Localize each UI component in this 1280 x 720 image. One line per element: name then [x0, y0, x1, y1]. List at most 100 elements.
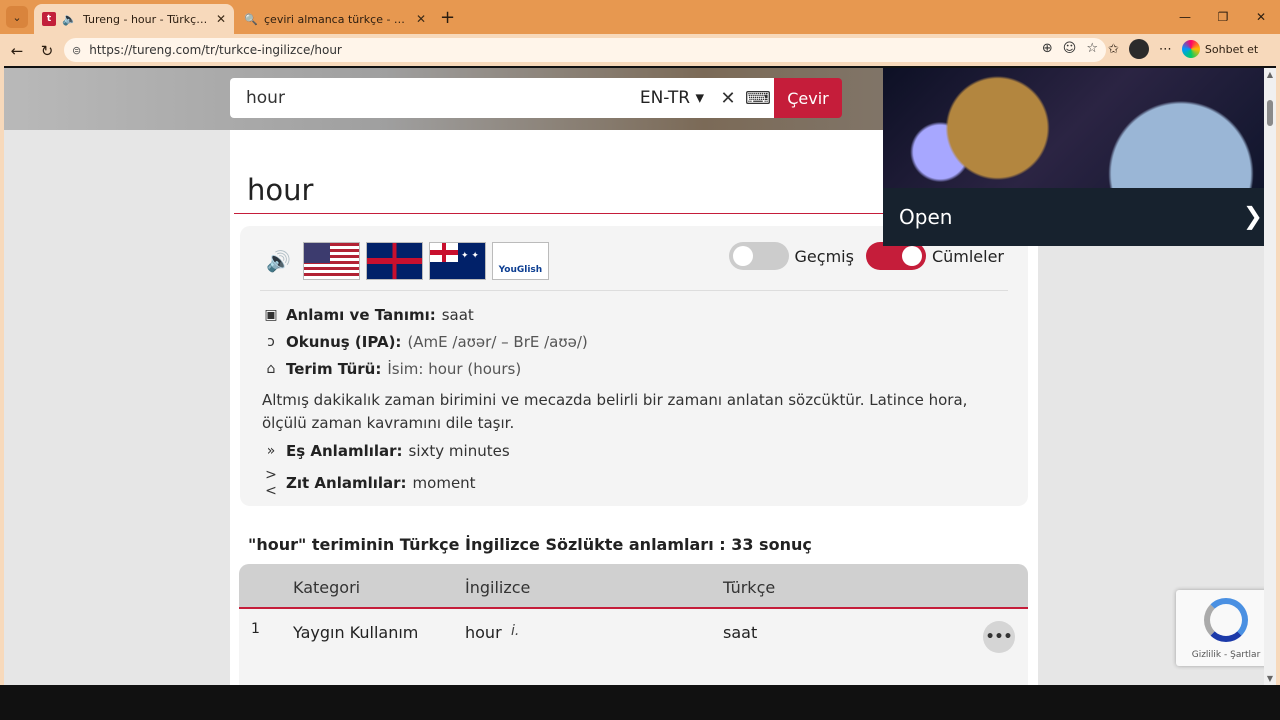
- tab-search[interactable]: 🔍 çeviri almanca türkçe - Arama ✕: [236, 4, 434, 34]
- more-menu-icon[interactable]: ⋯: [1159, 42, 1172, 57]
- ad-open-label: Open: [899, 205, 953, 229]
- row-pos: i.: [511, 623, 520, 639]
- uk-flag-audio-button[interactable]: [365, 242, 423, 280]
- au-flag-audio-button[interactable]: [428, 242, 486, 280]
- translate-button[interactable]: Çevir: [774, 78, 842, 118]
- speaker-icon[interactable]: 🔊: [266, 249, 291, 273]
- history-toggle[interactable]: [728, 242, 789, 270]
- divider: [260, 290, 1008, 291]
- copilot-button[interactable]: Sohbet et: [1181, 40, 1259, 58]
- page-title: hour: [247, 173, 314, 207]
- book-icon: ▣: [264, 307, 278, 323]
- video-ad-popup: Open ❯: [883, 68, 1265, 246]
- copilot-icon: [1181, 40, 1200, 58]
- row-more-options-button[interactable]: •••: [983, 621, 1015, 653]
- antonyms-value: moment: [412, 474, 476, 492]
- pronunciation-row: 🔊 YouGlish: [266, 242, 549, 280]
- synonyms-label: Eş Anlamlılar:: [286, 442, 403, 460]
- us-flag-audio-button[interactable]: [302, 242, 360, 280]
- antonyms-label: Zıt Anlamlılar:: [286, 474, 407, 492]
- row-english[interactable]: hour: [465, 623, 502, 642]
- favorite-star-icon[interactable]: ☆: [1086, 41, 1098, 56]
- back-button[interactable]: ←: [6, 40, 28, 62]
- sentences-label: Cümleler: [931, 246, 1004, 266]
- copilot-label: Sohbet et: [1204, 42, 1259, 56]
- close-tab-icon[interactable]: ✕: [216, 12, 226, 26]
- type-line: ⌂ Terim Türü: İsim: hour (hours): [262, 360, 522, 378]
- column-header: İngilizce: [465, 578, 531, 597]
- url-field[interactable]: ⊜ https://tureng.com/tr/turkce-ingilizce…: [64, 38, 1106, 62]
- tureng-favicon-icon: t: [42, 12, 56, 26]
- toggle-group: Geçmiş Cümleler: [728, 242, 1004, 270]
- favorites-icon[interactable]: ✩: [1108, 42, 1119, 57]
- search-query: hour: [246, 88, 285, 108]
- profile-avatar[interactable]: [1128, 39, 1149, 59]
- synonyms-value: sixty minutes: [408, 442, 510, 460]
- reader-icon[interactable]: ☺: [1063, 41, 1077, 56]
- type-label: Terim Türü:: [286, 360, 382, 378]
- scroll-down-icon[interactable]: ▼: [1264, 674, 1276, 683]
- window-border: [1276, 66, 1280, 685]
- sentences-toggle[interactable]: [865, 242, 926, 270]
- zoom-icon[interactable]: ⊕: [1042, 41, 1053, 56]
- search-form: hour EN-TR ▾ ✕ ⌨ Çevir: [230, 78, 842, 118]
- opposite-arrows-icon: ><: [265, 467, 277, 499]
- results-table: Kategori İngilizce Türkçe 1 Yaygın Kulla…: [239, 564, 1028, 685]
- meaning-line: ▣ Anlamı ve Tanımı: saat: [262, 306, 474, 324]
- speech-icon: ↄ: [267, 334, 275, 350]
- synonyms-line: » Eş Anlamlılar: sixty minutes: [262, 442, 510, 460]
- ipa-line: ↄ Okunuş (IPA): (AmE /aʊər/ – BrE /aʊə/): [262, 333, 588, 351]
- keyboard-icon[interactable]: ⌨: [742, 78, 774, 118]
- minimize-icon[interactable]: —: [1166, 0, 1204, 34]
- meaning-value: saat: [441, 306, 474, 324]
- search-favicon-icon: 🔍: [244, 12, 258, 26]
- row-number: 1: [251, 621, 260, 637]
- language-select[interactable]: EN-TR ▾: [640, 88, 704, 108]
- type-value: İsim: hour (hours): [387, 360, 522, 378]
- recaptcha-badge[interactable]: Gizlilik - Şartlar: [1176, 590, 1276, 666]
- new-tab-button[interactable]: +: [440, 7, 455, 28]
- recaptcha-icon: [1204, 598, 1248, 642]
- chevron-right-icon: ❯: [1242, 202, 1263, 230]
- ad-video-image[interactable]: [883, 68, 1265, 188]
- ipa-label: Okunuş (IPA):: [286, 333, 402, 351]
- definition-card: 🔊 YouGlish Geçmiş Cümleler ▣ Anlamı ve T…: [240, 226, 1028, 506]
- restore-icon[interactable]: ❐: [1204, 0, 1242, 34]
- column-header: Türkçe: [723, 578, 776, 597]
- youglish-button[interactable]: YouGlish: [491, 242, 549, 280]
- tag-icon: ⌂: [266, 361, 276, 377]
- search-input[interactable]: hour EN-TR ▾: [230, 78, 714, 118]
- row-category: Yaygın Kullanım: [293, 623, 419, 642]
- window-controls: — ❐ ✕: [1166, 0, 1280, 34]
- tab-tureng[interactable]: t 🔈 Tureng - hour - Türkçe İngilizce Söz…: [34, 4, 234, 34]
- table-header: Kategori İngilizce Türkçe: [239, 564, 1028, 609]
- recaptcha-links[interactable]: Gizlilik - Şartlar: [1176, 650, 1276, 660]
- taskbar-area: [0, 685, 1280, 720]
- meaning-label: Anlamı ve Tanımı:: [286, 306, 436, 324]
- page-scrollbar[interactable]: ▲ ▼: [1264, 68, 1276, 685]
- ipa-value: (AmE /aʊər/ – BrE /aʊə/): [407, 333, 588, 351]
- tab-title: Tureng - hour - Türkçe İngilizce Sözlük: [82, 12, 210, 26]
- tab-bar: ⌄ t 🔈 Tureng - hour - Türkçe İngilizce S…: [0, 0, 1280, 34]
- address-toolbar: ← ↻ ⊜ https://tureng.com/tr/turkce-ingil…: [0, 34, 1280, 66]
- tab-actions-menu-button[interactable]: ⌄: [6, 6, 28, 28]
- row-turkish[interactable]: saat: [723, 623, 757, 642]
- url-text: https://tureng.com/tr/turkce-ingilizce/h…: [89, 43, 342, 57]
- page-viewport: hour EN-TR ▾ ✕ ⌨ Çevir hour 🔊 YouGlish G…: [4, 68, 1276, 685]
- close-window-icon[interactable]: ✕: [1242, 0, 1280, 34]
- ad-open-button[interactable]: Open ❯: [883, 188, 1265, 246]
- column-header: Kategori: [293, 578, 361, 597]
- antonyms-line: >< Zıt Anlamlılar: moment: [262, 467, 476, 499]
- results-heading: "hour" teriminin Türkçe İngilizce Sözlük…: [248, 535, 812, 554]
- clear-search-icon[interactable]: ✕: [714, 78, 742, 118]
- history-label: Geçmiş: [794, 246, 854, 266]
- scroll-up-icon[interactable]: ▲: [1264, 70, 1276, 79]
- close-tab-icon[interactable]: ✕: [416, 12, 426, 26]
- reload-button[interactable]: ↻: [36, 40, 58, 62]
- audio-playing-icon[interactable]: 🔈: [62, 12, 77, 26]
- description-text: Altmış dakikalık zaman birimini ve mecaz…: [262, 391, 968, 432]
- scrollbar-thumb[interactable]: [1267, 100, 1273, 126]
- double-chevron-right-icon: »: [266, 443, 276, 459]
- tab-title: çeviri almanca türkçe - Arama: [264, 12, 410, 26]
- site-info-icon[interactable]: ⊜: [72, 44, 81, 57]
